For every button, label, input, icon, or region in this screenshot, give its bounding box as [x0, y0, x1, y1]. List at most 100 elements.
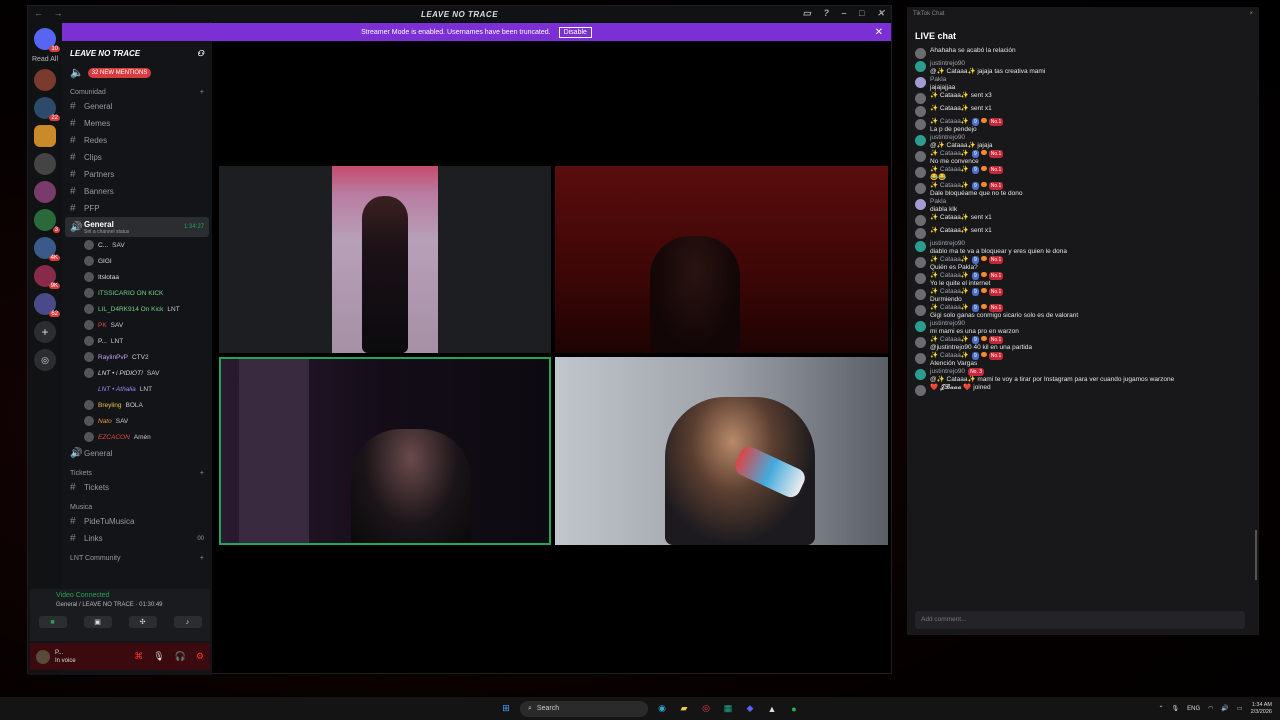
inbox-icon[interactable]: ▭: [802, 8, 811, 19]
close-banner-icon[interactable]: ✕: [875, 27, 883, 38]
server-icon[interactable]: 9K: [34, 265, 60, 289]
avatar[interactable]: [915, 228, 926, 239]
avatar[interactable]: [915, 119, 926, 130]
chat-username[interactable]: justintrejo90: [930, 60, 1045, 68]
server-icon[interactable]: [34, 125, 56, 147]
server-icon[interactable]: [34, 69, 56, 91]
video-tile[interactable]: [219, 166, 551, 353]
spotify-icon[interactable]: ●: [786, 701, 802, 717]
home-icon[interactable]: 10: [34, 28, 60, 52]
chat-username[interactable]: ✨ Cataaa✨ 9 No.1: [930, 336, 1032, 344]
avatar[interactable]: [915, 337, 926, 348]
voice-user[interactable]: LIL_D4RK914 On Kick LNT: [62, 301, 212, 317]
voice-user[interactable]: Breyling BOLA: [62, 397, 212, 413]
chat-username[interactable]: ✨ Cataaa✨ 9 No.1: [930, 150, 1004, 158]
voice-user[interactable]: P... LNT: [62, 333, 212, 349]
close-button[interactable]: ✕: [877, 8, 885, 19]
app-icon[interactable]: ▲: [764, 701, 780, 717]
volume-icon[interactable]: 🔊: [1221, 705, 1228, 712]
chat-username[interactable]: ✨ Cataaa✨ 9 No.1: [930, 118, 1004, 126]
category-lnt-community[interactable]: LNT Community +: [62, 547, 212, 564]
close-icon[interactable]: ×: [1249, 11, 1253, 17]
help-icon[interactable]: ?: [824, 8, 830, 19]
category-musica[interactable]: Musica: [62, 496, 212, 513]
channel-clips[interactable]: # Clips: [62, 149, 212, 166]
channel-general[interactable]: # General: [62, 98, 212, 115]
microphone-icon[interactable]: 🎙: [153, 651, 164, 662]
category-tickets[interactable]: Tickets +: [62, 462, 212, 479]
avatar[interactable]: [915, 106, 926, 117]
wifi-icon[interactable]: ◠: [1208, 705, 1213, 712]
chat-username[interactable]: ✨ Cataaa✨ 9 No.1: [930, 256, 1004, 264]
avatar[interactable]: [915, 48, 926, 59]
server-icon[interactable]: [34, 153, 56, 175]
scrollbar[interactable]: [1255, 530, 1257, 580]
windows-start-icon[interactable]: ⊞: [498, 701, 514, 717]
voice-user[interactable]: C... SAV: [62, 237, 212, 253]
voice-user[interactable]: Itslotaa: [62, 269, 212, 285]
language-indicator[interactable]: ENG: [1187, 706, 1200, 712]
camera-button[interactable]: ■: [38, 616, 67, 628]
server-icon[interactable]: 3: [34, 209, 60, 233]
excel-icon[interactable]: ▦: [720, 701, 736, 717]
voice-user[interactable]: GIGI: [62, 253, 212, 269]
avatar[interactable]: [915, 215, 926, 226]
video-tile[interactable]: [555, 166, 888, 353]
server-icon[interactable]: [34, 181, 56, 203]
chat-username[interactable]: ✨ Cataaa✨ 9 No.1: [930, 288, 1004, 296]
channel-pfp[interactable]: # PFP: [62, 200, 212, 217]
avatar[interactable]: [915, 353, 926, 364]
chat-username[interactable]: Pakla: [930, 76, 955, 84]
avatar[interactable]: [915, 273, 926, 284]
avatar[interactable]: [915, 241, 926, 252]
voice-user[interactable]: RaylinPvP CTV2: [62, 349, 212, 365]
avatar[interactable]: [915, 199, 926, 210]
controller-icon[interactable]: ⌘: [134, 651, 143, 662]
category-comunidad[interactable]: Comunidad +: [62, 81, 212, 98]
server-header[interactable]: LEAVE NO TRACE ⚇: [62, 42, 212, 64]
video-tile[interactable]: [555, 357, 888, 545]
headphones-icon[interactable]: 🎧: [175, 651, 186, 662]
add-server-icon[interactable]: +: [34, 321, 56, 343]
battery-icon[interactable]: ▭: [1237, 705, 1243, 712]
voice-channel-general-2[interactable]: 🔊 General: [62, 445, 212, 462]
voice-user[interactable]: LNT • i PIDIOT! SAV: [62, 365, 212, 381]
server-icon[interactable]: 22: [34, 97, 60, 121]
avatar[interactable]: [915, 257, 926, 268]
voice-user[interactable]: ITSSICARIO ON KICK: [62, 285, 212, 301]
comment-input[interactable]: Add comment...: [915, 611, 1245, 629]
avatar[interactable]: [915, 135, 926, 146]
avatar[interactable]: [915, 167, 926, 178]
voice-user[interactable]: EZCACON Amén: [62, 429, 212, 445]
discord-icon[interactable]: ◆: [742, 701, 758, 717]
avatar[interactable]: [915, 321, 926, 332]
avatar[interactable]: [915, 183, 926, 194]
minimize-button[interactable]: –: [842, 8, 848, 19]
microphone-icon[interactable]: 🎙: [1172, 705, 1180, 712]
soundboard-button[interactable]: ♪: [173, 616, 202, 628]
avatar[interactable]: [915, 77, 926, 88]
gear-icon[interactable]: ⚙: [196, 651, 204, 662]
channel-banners[interactable]: # Banners: [62, 183, 212, 200]
mentions-row[interactable]: 🔈 32 NEW MENTIONS: [70, 66, 204, 79]
avatar[interactable]: [915, 289, 926, 300]
video-tile-speaking[interactable]: [219, 357, 551, 545]
avatar[interactable]: [915, 385, 926, 396]
voice-channel-general[interactable]: 🔊 General Set a channel status 1:34:27: [65, 217, 209, 237]
screen-share-button[interactable]: ▣: [83, 616, 112, 628]
activities-button[interactable]: ✣: [128, 616, 157, 628]
voice-user[interactable]: Nato SAV: [62, 413, 212, 429]
chat-username[interactable]: ✨ Cataaa✨ 9 No.1: [930, 304, 1078, 312]
add-member-icon[interactable]: ⚇: [197, 49, 204, 58]
avatar[interactable]: [915, 369, 926, 380]
chat-username[interactable]: justintrejo90: [930, 134, 993, 142]
server-icon[interactable]: 62: [34, 293, 60, 317]
edge-icon[interactable]: ◉: [654, 701, 670, 717]
server-icon[interactable]: 4K: [34, 237, 60, 261]
avatar[interactable]: [915, 305, 926, 316]
chat-username[interactable]: Pakla: [930, 198, 957, 206]
disable-streamer-mode-button[interactable]: Disable: [558, 26, 592, 38]
nav-arrows[interactable]: ← →: [34, 8, 63, 18]
channel-memes[interactable]: # Memes: [62, 115, 212, 132]
voice-user[interactable]: LNT • Athalia LNT: [62, 381, 212, 397]
